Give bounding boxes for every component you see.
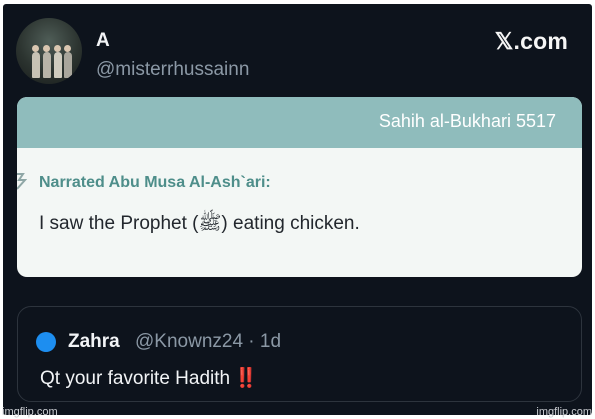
card-header: Sahih al-Bukhari 5517	[17, 97, 582, 148]
watermark-right: imgflip.com	[536, 406, 592, 418]
avatar-figure	[64, 52, 72, 78]
avatar-figure	[54, 52, 62, 78]
narrator-icon	[17, 173, 27, 190]
author-handle[interactable]: @misterrhussainn	[96, 59, 249, 81]
double-exclamation-icon: ‼️	[234, 368, 258, 389]
quoted-author-name[interactable]: Zahra	[68, 331, 120, 353]
narrator-line: Narrated Abu Musa Al-Ash`ari:	[39, 174, 271, 191]
avatar-figure	[43, 52, 51, 78]
tweet-screenshot: A @misterrhussainn 𝕏.com Sahih al-Bukhar…	[3, 4, 592, 415]
avatar-figure-head	[32, 45, 39, 52]
avatar-figure-head	[54, 45, 61, 52]
quoted-tweet-body: Qt your favorite Hadith	[40, 368, 231, 389]
watermark-left: imgflip.com	[2, 406, 58, 418]
author-avatar[interactable]	[16, 18, 82, 84]
avatar-figure-head	[43, 45, 50, 52]
quoted-tweet-text: Qt your favorite Hadith ‼️	[40, 368, 258, 390]
author-name[interactable]: A	[96, 30, 110, 52]
hadith-card: Sahih al-Bukhari 5517 Narrated Abu Musa …	[17, 97, 582, 277]
avatar-figure	[32, 52, 40, 78]
avatar-figure-head	[64, 45, 71, 52]
quoted-tweet[interactable]: Zahra @Knownz24 · 1d Qt your favorite Ha…	[17, 306, 582, 402]
hadith-reference: Sahih al-Bukhari 5517	[378, 111, 556, 131]
hadith-text: I saw the Prophet (ﷺ) eating chicken.	[39, 213, 360, 234]
quoted-author-avatar[interactable]	[36, 332, 56, 352]
x-logo: 𝕏.com	[494, 28, 568, 54]
quoted-author-handle-time: @Knownz24 · 1d	[135, 331, 282, 352]
